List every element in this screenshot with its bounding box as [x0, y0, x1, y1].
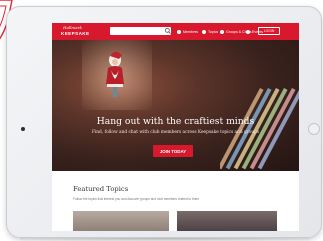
topic-card[interactable] [177, 211, 277, 231]
members-icon [177, 30, 181, 34]
hero-banner: Hang out with the craftiest minds Find, … [52, 40, 299, 171]
join-today-button[interactable]: JOIN TODAY [153, 145, 193, 157]
home-button[interactable] [308, 123, 320, 135]
nav-topics-label: Topics [208, 30, 219, 34]
hero-subtitle: Find, follow and chat with club members … [91, 130, 260, 135]
nav-members[interactable]: Members [177, 28, 198, 36]
topics-icon [202, 30, 206, 34]
search-icon[interactable] [164, 27, 172, 35]
logo-wordmark: KEEPSAKE [61, 31, 90, 36]
nav-members-label: Members [183, 30, 198, 34]
groups-icon [220, 30, 224, 34]
events-icon [246, 30, 250, 34]
nav-topics[interactable]: Topics [202, 28, 218, 36]
santa-ornament-image [106, 51, 124, 97]
login-button[interactable]: LOGIN [258, 27, 280, 35]
topic-card[interactable] [73, 211, 169, 231]
tablet-frame: Hallmark KEEPSAKE Members Topics Groups … [6, 6, 322, 238]
tablet-screen: Hallmark KEEPSAKE Members Topics Groups … [52, 23, 299, 231]
logo-script-text: Hallmark [63, 25, 82, 30]
featured-topics-title: Featured Topics [73, 185, 129, 193]
keepsake-logo[interactable]: Hallmark KEEPSAKE [61, 25, 90, 38]
site-header: Hallmark KEEPSAKE Members Topics Groups … [52, 23, 299, 40]
featured-topics-subtitle: Follow the topics that interest you and … [73, 197, 200, 201]
camera-icon [21, 127, 25, 131]
search-input[interactable] [110, 27, 171, 35]
hero-title: Hang out with the craftiest minds [96, 116, 255, 127]
featured-topics-section: Featured Topics Follow the topics that i… [52, 171, 299, 231]
